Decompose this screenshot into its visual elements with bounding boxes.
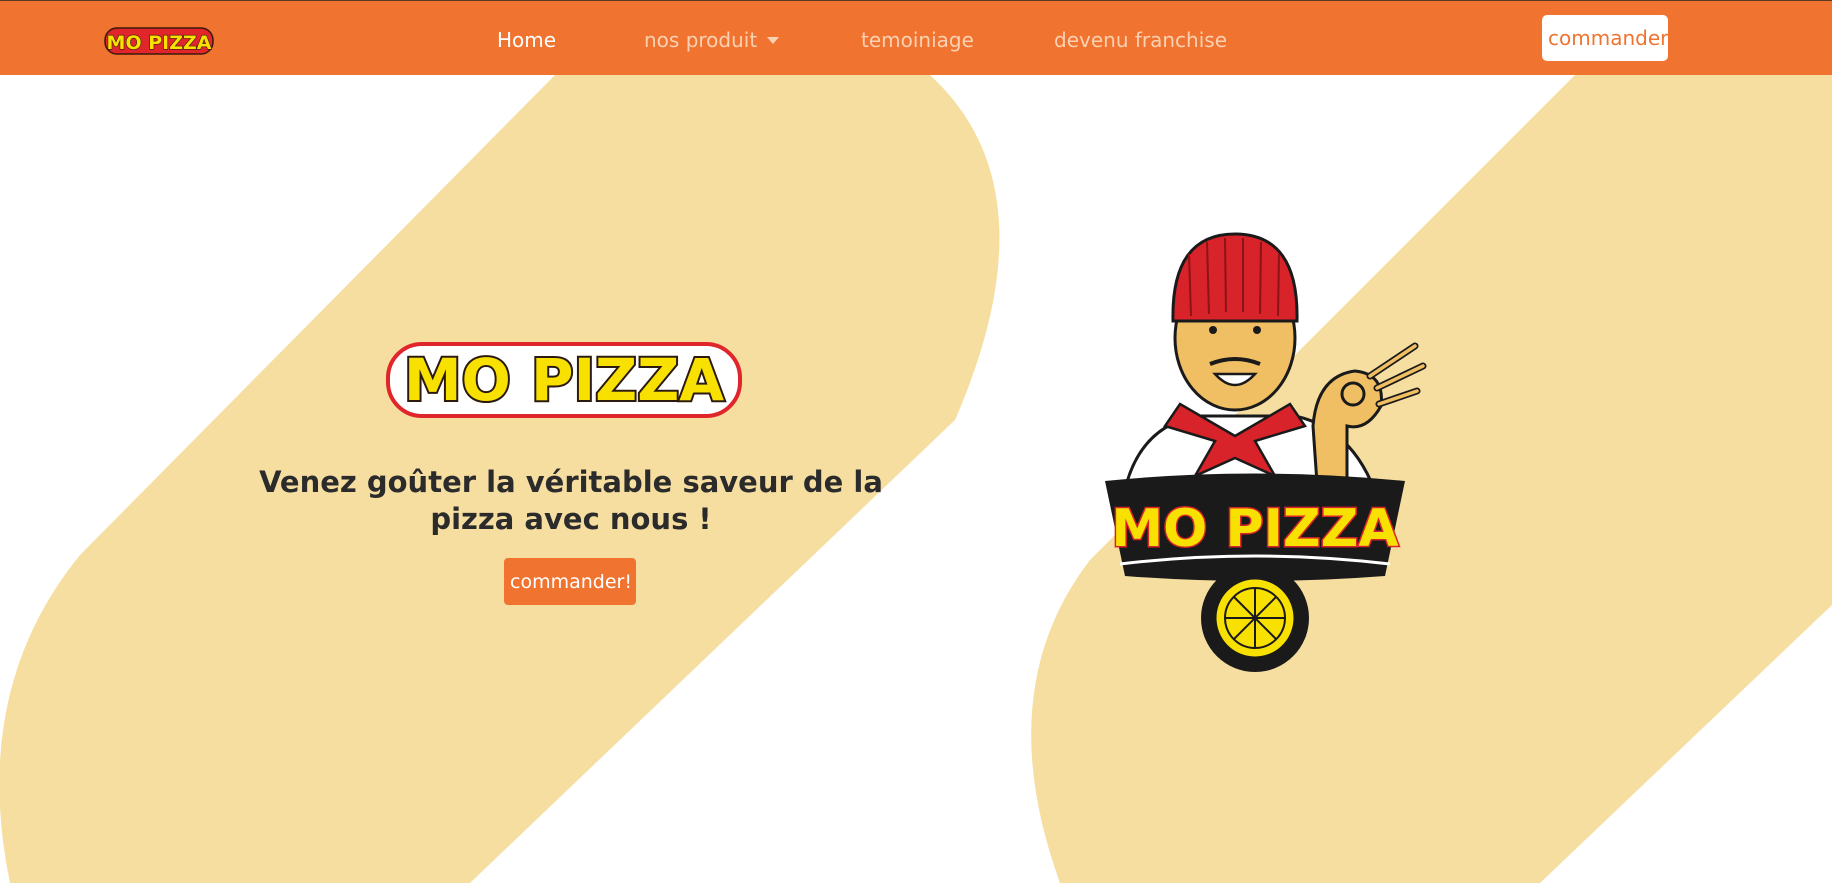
caret-down-icon — [767, 37, 780, 44]
hero-commander-button[interactable]: commander! — [504, 558, 636, 605]
svg-text:MO PIZZA: MO PIZZA — [404, 346, 724, 414]
nav-link-nos-produit-label: nos produit — [644, 28, 758, 52]
hero-logo: MO PIZZA — [386, 342, 742, 418]
svg-text:MO PIZZA: MO PIZZA — [1111, 499, 1398, 559]
nav-link-devenu-franchise[interactable]: devenu franchise — [1054, 28, 1227, 52]
nav-link-temoiniage[interactable]: temoiniage — [861, 28, 974, 52]
hero-tagline: Venez goûter la véritable saveur de la p… — [259, 465, 883, 536]
top-navbar: MO PIZZA Home nos produit temoiniage dev… — [0, 0, 1832, 75]
chef-mascot-illustration: MO PIZZA — [1105, 232, 1427, 672]
nav-link-home[interactable]: Home — [497, 28, 556, 52]
nav-commander-button[interactable]: commander — [1542, 15, 1668, 61]
nav-link-nos-produit[interactable]: nos produit — [644, 28, 780, 52]
svg-text:MO PIZZA: MO PIZZA — [107, 32, 212, 54]
brand-logo[interactable]: MO PIZZA — [104, 25, 214, 57]
pizza-icon — [1201, 564, 1309, 672]
